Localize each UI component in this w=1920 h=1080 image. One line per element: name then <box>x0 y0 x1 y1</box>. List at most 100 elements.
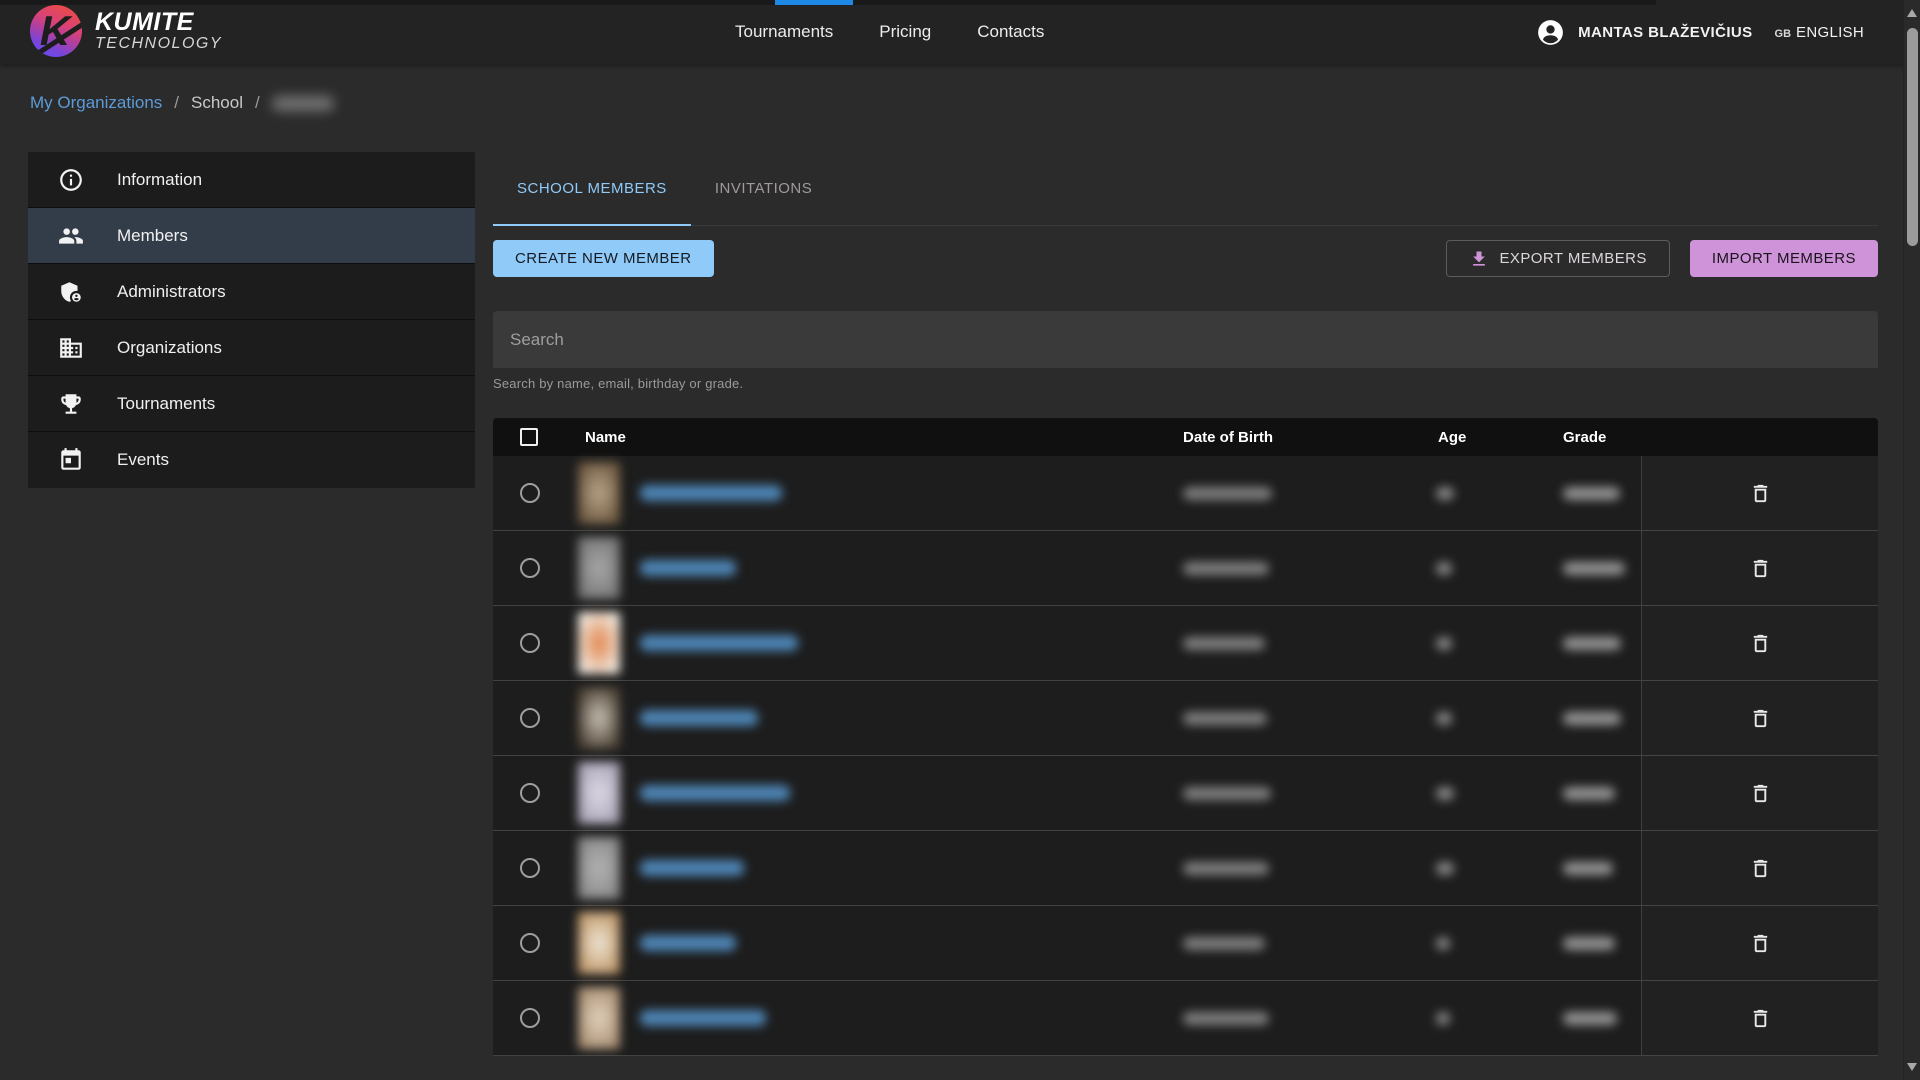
scrollbar-down-arrow[interactable] <box>1907 1063 1917 1071</box>
column-header-age: Age <box>1438 429 1466 446</box>
member-avatar <box>578 462 620 524</box>
main-layout: Information Members Administrators Organ… <box>0 152 1920 1056</box>
account-circle-icon <box>1537 19 1564 46</box>
member-name-link-redacted[interactable] <box>640 485 782 501</box>
language-switcher[interactable]: GB ENGLISH <box>1775 24 1864 41</box>
select-all-checkbox[interactable] <box>520 428 538 446</box>
trash-icon <box>1749 557 1772 580</box>
member-avatar <box>578 687 620 749</box>
delete-member-button[interactable] <box>1740 699 1780 739</box>
tab-invitations[interactable]: INVITATIONS <box>691 152 836 225</box>
sidebar-item-members[interactable]: Members <box>28 208 475 264</box>
member-age-redacted <box>1436 787 1454 800</box>
member-name-link-redacted[interactable] <box>640 860 744 876</box>
table-row <box>493 456 1878 531</box>
browser-tab-accent <box>775 0 853 5</box>
table-row <box>493 906 1878 981</box>
search-placeholder: Search <box>510 330 564 350</box>
member-age-redacted <box>1436 937 1450 950</box>
row-select-radio[interactable] <box>520 558 540 578</box>
search-input[interactable]: Search <box>493 311 1878 368</box>
page-scrollbar[interactable] <box>1903 0 1920 1080</box>
browser-edge-strip <box>0 0 1656 5</box>
export-members-button[interactable]: EXPORT MEMBERS <box>1446 240 1669 277</box>
column-header-name: Name <box>585 429 626 446</box>
import-members-button[interactable]: IMPORT MEMBERS <box>1690 240 1878 277</box>
delete-member-button[interactable] <box>1740 624 1780 664</box>
trash-icon <box>1749 482 1772 505</box>
user-name: MANTAS BLAŽEVIČIUS <box>1578 24 1752 41</box>
brand-logo[interactable]: K KUMITE TECHNOLOGY <box>30 5 222 57</box>
search-helper-text: Search by name, email, birthday or grade… <box>493 376 1878 391</box>
member-grade-redacted <box>1563 787 1615 800</box>
user-menu[interactable]: MANTAS BLAŽEVIČIUS GB ENGLISH <box>1537 0 1864 64</box>
row-select-radio[interactable] <box>520 933 540 953</box>
member-name-link-redacted[interactable] <box>640 710 758 726</box>
member-avatar <box>578 612 620 674</box>
delete-member-button[interactable] <box>1740 549 1780 589</box>
member-grade-redacted <box>1563 712 1621 725</box>
member-avatar <box>578 537 620 599</box>
topbar-nav-pricing[interactable]: Pricing <box>879 22 931 42</box>
tab-school-members[interactable]: SCHOOL MEMBERS <box>493 152 691 225</box>
create-new-member-button[interactable]: CREATE NEW MEMBER <box>493 240 714 277</box>
topbar-nav-contacts[interactable]: Contacts <box>977 22 1044 42</box>
topbar-nav-tournaments[interactable]: Tournaments <box>735 22 833 42</box>
member-dob-redacted <box>1183 487 1272 500</box>
delete-member-button[interactable] <box>1740 924 1780 964</box>
member-name-link-redacted[interactable] <box>640 1010 766 1026</box>
member-age-redacted <box>1436 562 1452 575</box>
admin-shield-icon <box>58 279 84 305</box>
member-name-link-redacted[interactable] <box>640 635 798 651</box>
kumite-logo-icon: K <box>30 5 82 57</box>
table-row <box>493 981 1878 1056</box>
row-select-radio[interactable] <box>520 483 540 503</box>
member-avatar <box>578 987 620 1049</box>
trash-icon <box>1749 782 1772 805</box>
member-grade-redacted <box>1563 487 1620 500</box>
download-icon <box>1469 249 1489 269</box>
delete-member-button[interactable] <box>1740 849 1780 889</box>
row-select-radio[interactable] <box>520 858 540 878</box>
member-grade-redacted <box>1563 562 1625 575</box>
sidebar-item-events[interactable]: Events <box>28 432 475 488</box>
table-body <box>493 456 1878 1056</box>
members-table: Name Date of Birth Age Grade <box>493 418 1878 1056</box>
member-name-link-redacted[interactable] <box>640 560 736 576</box>
breadcrumb-section-school[interactable]: School <box>191 93 243 113</box>
row-select-radio[interactable] <box>520 633 540 653</box>
delete-member-button[interactable] <box>1740 999 1780 1039</box>
delete-member-button[interactable] <box>1740 474 1780 514</box>
member-name-link-redacted[interactable] <box>640 785 790 801</box>
trophy-icon <box>58 391 84 417</box>
sidebar-item-information[interactable]: Information <box>28 152 475 208</box>
table-row <box>493 531 1878 606</box>
sidebar: Information Members Administrators Organ… <box>28 152 475 488</box>
actions-row: CREATE NEW MEMBER EXPORT MEMBERS IMPORT … <box>493 240 1878 277</box>
member-name-link-redacted[interactable] <box>640 935 736 951</box>
breadcrumb-separator: / <box>255 93 260 113</box>
calendar-icon <box>58 447 84 473</box>
member-age-redacted <box>1436 637 1452 650</box>
table-header-row: Name Date of Birth Age Grade <box>493 418 1878 456</box>
sidebar-item-administrators[interactable]: Administrators <box>28 264 475 320</box>
sidebar-item-tournaments[interactable]: Tournaments <box>28 376 475 432</box>
member-grade-redacted <box>1563 862 1613 875</box>
scrollbar-up-arrow[interactable] <box>1907 9 1917 17</box>
breadcrumb-link-my-organizations[interactable]: My Organizations <box>30 93 162 113</box>
breadcrumb-current-redacted <box>272 96 334 111</box>
member-age-redacted <box>1436 1012 1450 1025</box>
member-avatar <box>578 912 620 974</box>
trash-icon <box>1749 707 1772 730</box>
member-dob-redacted <box>1183 937 1265 950</box>
member-age-redacted <box>1436 862 1454 875</box>
row-select-radio[interactable] <box>520 708 540 728</box>
member-dob-redacted <box>1183 712 1267 725</box>
delete-member-button[interactable] <box>1740 774 1780 814</box>
content-panel: SCHOOL MEMBERSINVITATIONS CREATE NEW MEM… <box>493 152 1878 1056</box>
row-select-radio[interactable] <box>520 1008 540 1028</box>
row-select-radio[interactable] <box>520 783 540 803</box>
sidebar-item-organizations[interactable]: Organizations <box>28 320 475 376</box>
language-name: ENGLISH <box>1796 24 1864 41</box>
scrollbar-thumb[interactable] <box>1907 28 1918 246</box>
